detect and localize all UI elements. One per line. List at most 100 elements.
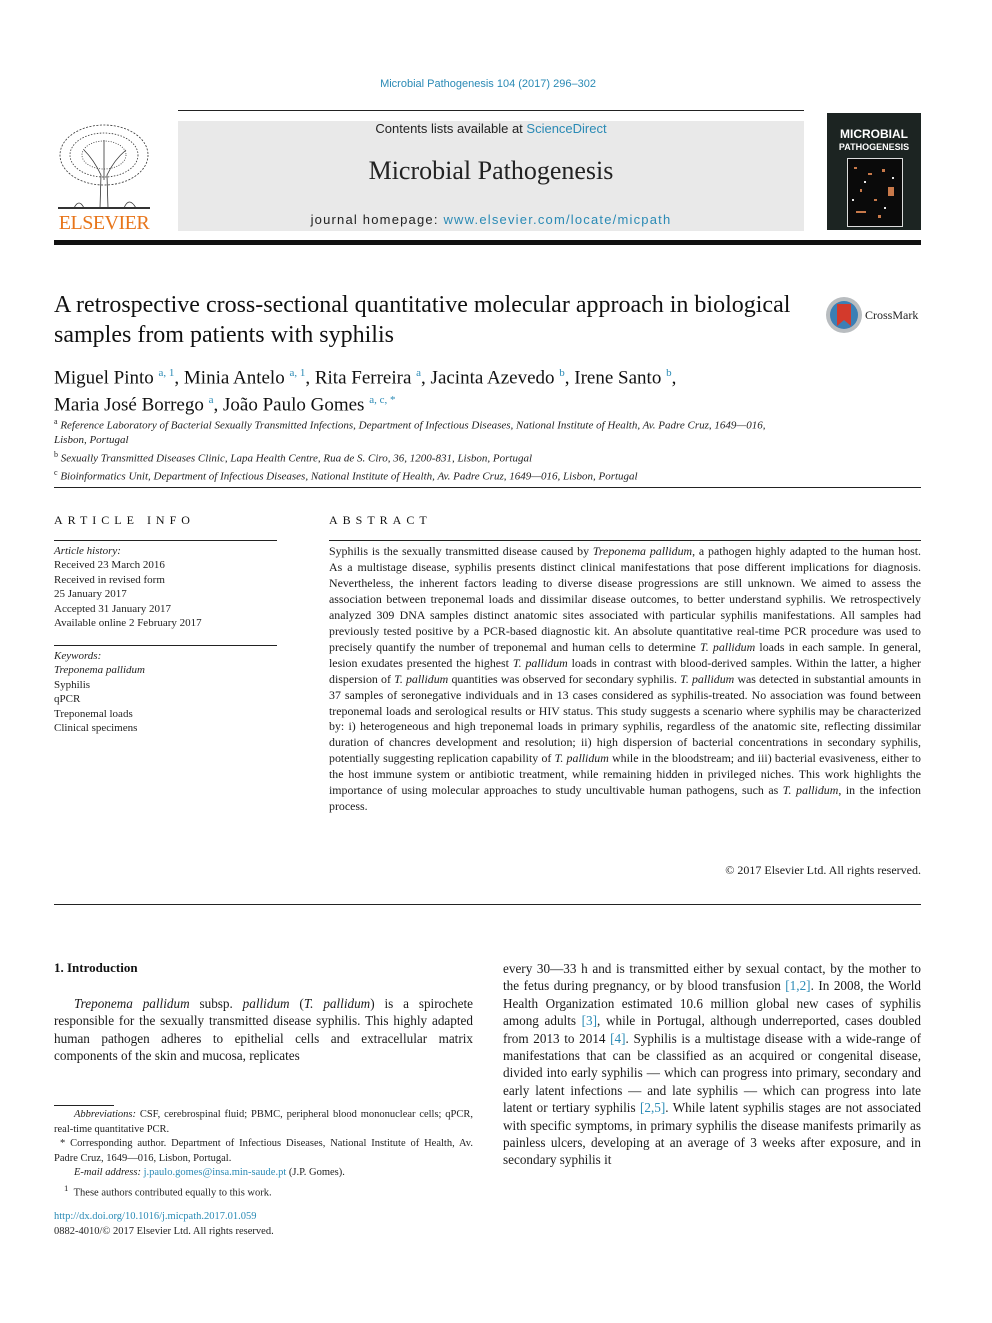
citation-link[interactable]: [2,5] bbox=[640, 1100, 665, 1115]
citation-link[interactable]: [4] bbox=[610, 1031, 625, 1046]
author-affiliation-link[interactable]: a, 1 bbox=[289, 367, 305, 379]
cover-micrograph bbox=[847, 158, 903, 227]
author-name: Minia Antelo bbox=[183, 367, 285, 389]
divider bbox=[54, 487, 921, 488]
footnote-equal-contribution: 1 These authors contributed equally to t… bbox=[54, 1181, 473, 1201]
divider bbox=[178, 110, 804, 111]
crossmark-icon bbox=[826, 297, 862, 333]
journal-cover-image: MICROBIAL PATHOGENESIS bbox=[827, 113, 921, 230]
text-run: subsp. bbox=[189, 996, 243, 1011]
divider bbox=[329, 540, 921, 541]
italic-term: T. pallidum bbox=[680, 671, 735, 686]
article-title: A retrospective cross-sectional quantita… bbox=[54, 292, 791, 348]
citation-link[interactable]: [3] bbox=[582, 1013, 597, 1028]
crossmark-label: CrossMark bbox=[865, 308, 919, 322]
journal-reference-link[interactable]: Microbial Pathogenesis 104 (2017) 296–30… bbox=[0, 78, 976, 90]
elsevier-wordmark: ELSEVIER bbox=[58, 212, 150, 234]
italic-term: T. pallidum bbox=[394, 671, 449, 686]
author-name: João Paulo Gomes bbox=[223, 394, 365, 416]
affiliation-mark: c bbox=[54, 467, 58, 477]
keyword: Treponema pallidum bbox=[54, 664, 145, 677]
abstract-text: Syphilis is the sexually transmitted dis… bbox=[329, 544, 921, 815]
issn-copyright: 0882-4010/© 2017 Elsevier Ltd. All right… bbox=[54, 1226, 274, 1237]
contents-line: Contents lists available at ScienceDirec… bbox=[178, 121, 804, 136]
text-run: Syphilis is the sexually transmitted dis… bbox=[329, 544, 593, 558]
author-affiliation-link[interactable]: b bbox=[559, 367, 565, 379]
equal-contribution-text: These authors contributed equally to thi… bbox=[73, 1187, 272, 1198]
footnotes: Abbreviations: CSF, cerebrospinal fluid;… bbox=[54, 1108, 473, 1201]
author-affiliation-link[interactable]: a, 1 bbox=[159, 367, 175, 379]
intro-paragraph-right: every 30—33 h and is transmitted either … bbox=[503, 960, 921, 1169]
affiliation-text: Sexually Transmitted Diseases Clinic, La… bbox=[60, 452, 533, 465]
keyword: qPCR bbox=[54, 693, 81, 706]
author-affiliation-link[interactable]: a bbox=[416, 367, 421, 379]
divider bbox=[54, 645, 277, 646]
footnote-abbreviations: Abbreviations: CSF, cerebrospinal fluid;… bbox=[54, 1108, 473, 1137]
author-name: Maria José Borrego bbox=[54, 394, 204, 416]
section-heading-introduction: 1. Introduction bbox=[54, 960, 138, 975]
author-affiliation-link[interactable]: a bbox=[209, 394, 214, 406]
homepage-prefix: journal homepage: bbox=[310, 212, 444, 227]
abbreviations-label: Abbreviations: bbox=[74, 1109, 137, 1120]
contents-prefix: Contents lists available at bbox=[375, 121, 527, 136]
text-run: ( bbox=[289, 996, 304, 1011]
citation-link[interactable]: [1,2] bbox=[785, 978, 810, 993]
keywords: Keywords: Treponema pallidum Syphilis qPCR… bbox=[54, 649, 277, 735]
article-history-label: Article history: bbox=[54, 545, 121, 557]
email-label: E-mail address: bbox=[74, 1167, 141, 1178]
italic-term: T. pallidum bbox=[512, 655, 568, 670]
keyword: Syphilis bbox=[54, 678, 91, 691]
cover-title-line1: MICROBIAL bbox=[840, 127, 908, 141]
email-suffix: (J.P. Gomes). bbox=[286, 1167, 345, 1178]
crossmark-button[interactable]: CrossMark bbox=[825, 296, 945, 336]
italic-term: pallidum bbox=[242, 996, 290, 1011]
italic-term: Treponema pallidum bbox=[592, 544, 693, 558]
homepage-link[interactable]: www.elsevier.com/locate/micpath bbox=[443, 212, 671, 227]
author-affiliation-link[interactable]: b bbox=[666, 367, 672, 379]
affiliation-text: Bioinformatics Unit, Department of Infec… bbox=[60, 470, 638, 483]
author-name: Jacinta Azevedo bbox=[430, 367, 555, 389]
affiliation: b Sexually Transmitted Diseases Clinic, … bbox=[54, 448, 794, 466]
article-info-heading: ARTICLE INFO bbox=[54, 513, 195, 527]
doi-link[interactable]: http://dx.doi.org/10.1016/j.micpath.2017… bbox=[54, 1211, 257, 1222]
article-history: Article history: Received 23 March 2016 R… bbox=[54, 544, 277, 630]
sciencedirect-link[interactable]: ScienceDirect bbox=[526, 121, 606, 136]
italic-term: T. pallidum bbox=[700, 639, 756, 654]
email-link[interactable]: j.paulo.gomes@insa.min-saude.pt bbox=[144, 1167, 287, 1178]
journal-title: Microbial Pathogenesis bbox=[368, 156, 614, 185]
affiliation-text: Reference Laboratory of Bacterial Sexual… bbox=[54, 419, 766, 447]
footnote-divider bbox=[54, 1105, 114, 1106]
affiliation: a Reference Laboratory of Bacterial Sexu… bbox=[54, 415, 794, 448]
header-divider bbox=[54, 240, 921, 245]
history-item: Accepted 31 January 2017 bbox=[54, 602, 171, 615]
journal-homepage: journal homepage: www.elsevier.com/locat… bbox=[178, 212, 804, 227]
affiliation: c Bioinformatics Unit, Department of Inf… bbox=[54, 466, 794, 484]
cover-title-line2: PATHOGENESIS bbox=[838, 142, 910, 152]
italic-term: Treponema pallidum bbox=[74, 996, 190, 1011]
abstract-copyright: © 2017 Elsevier Ltd. All rights reserved… bbox=[725, 863, 921, 877]
affiliation-mark: b bbox=[54, 449, 58, 459]
author-name: Irene Santo bbox=[574, 367, 662, 389]
divider bbox=[54, 540, 277, 541]
author-affiliation-link[interactable]: a, c, * bbox=[369, 394, 395, 406]
keywords-label: Keywords: bbox=[54, 650, 102, 662]
affiliation-mark: a bbox=[54, 417, 58, 426]
italic-term: T. pallidum bbox=[554, 751, 609, 766]
abstract-heading: ABSTRACT bbox=[329, 513, 432, 527]
author-name: Miguel Pinto bbox=[54, 367, 154, 389]
history-item: Received 23 March 2016 bbox=[54, 559, 165, 572]
history-item: Available online 2 February 2017 bbox=[54, 617, 202, 630]
italic-term: T. pallidum bbox=[303, 996, 371, 1011]
affiliations: a Reference Laboratory of Bacterial Sexu… bbox=[54, 415, 794, 484]
footnote-corresponding-author: * Corresponding author. Department of In… bbox=[54, 1138, 473, 1164]
history-item: Received in revised form bbox=[54, 573, 165, 586]
text-run: , a pathogen highly adapted to the human… bbox=[329, 544, 921, 654]
intro-paragraph-left: Treponema pallidum subsp. pallidum (T. p… bbox=[54, 995, 473, 1065]
history-item: 25 January 2017 bbox=[54, 588, 127, 601]
author-list: Miguel Pinto a, 1, Minia Antelo a, 1, Ri… bbox=[54, 367, 677, 416]
footnote-mark: 1 bbox=[64, 1182, 69, 1193]
keyword: Clinical specimens bbox=[54, 722, 138, 735]
footnote-email: E-mail address: j.paulo.gomes@insa.min-s… bbox=[54, 1166, 473, 1181]
author-name: Rita Ferreira bbox=[314, 367, 412, 389]
keyword: Treponemal loads bbox=[54, 707, 133, 720]
